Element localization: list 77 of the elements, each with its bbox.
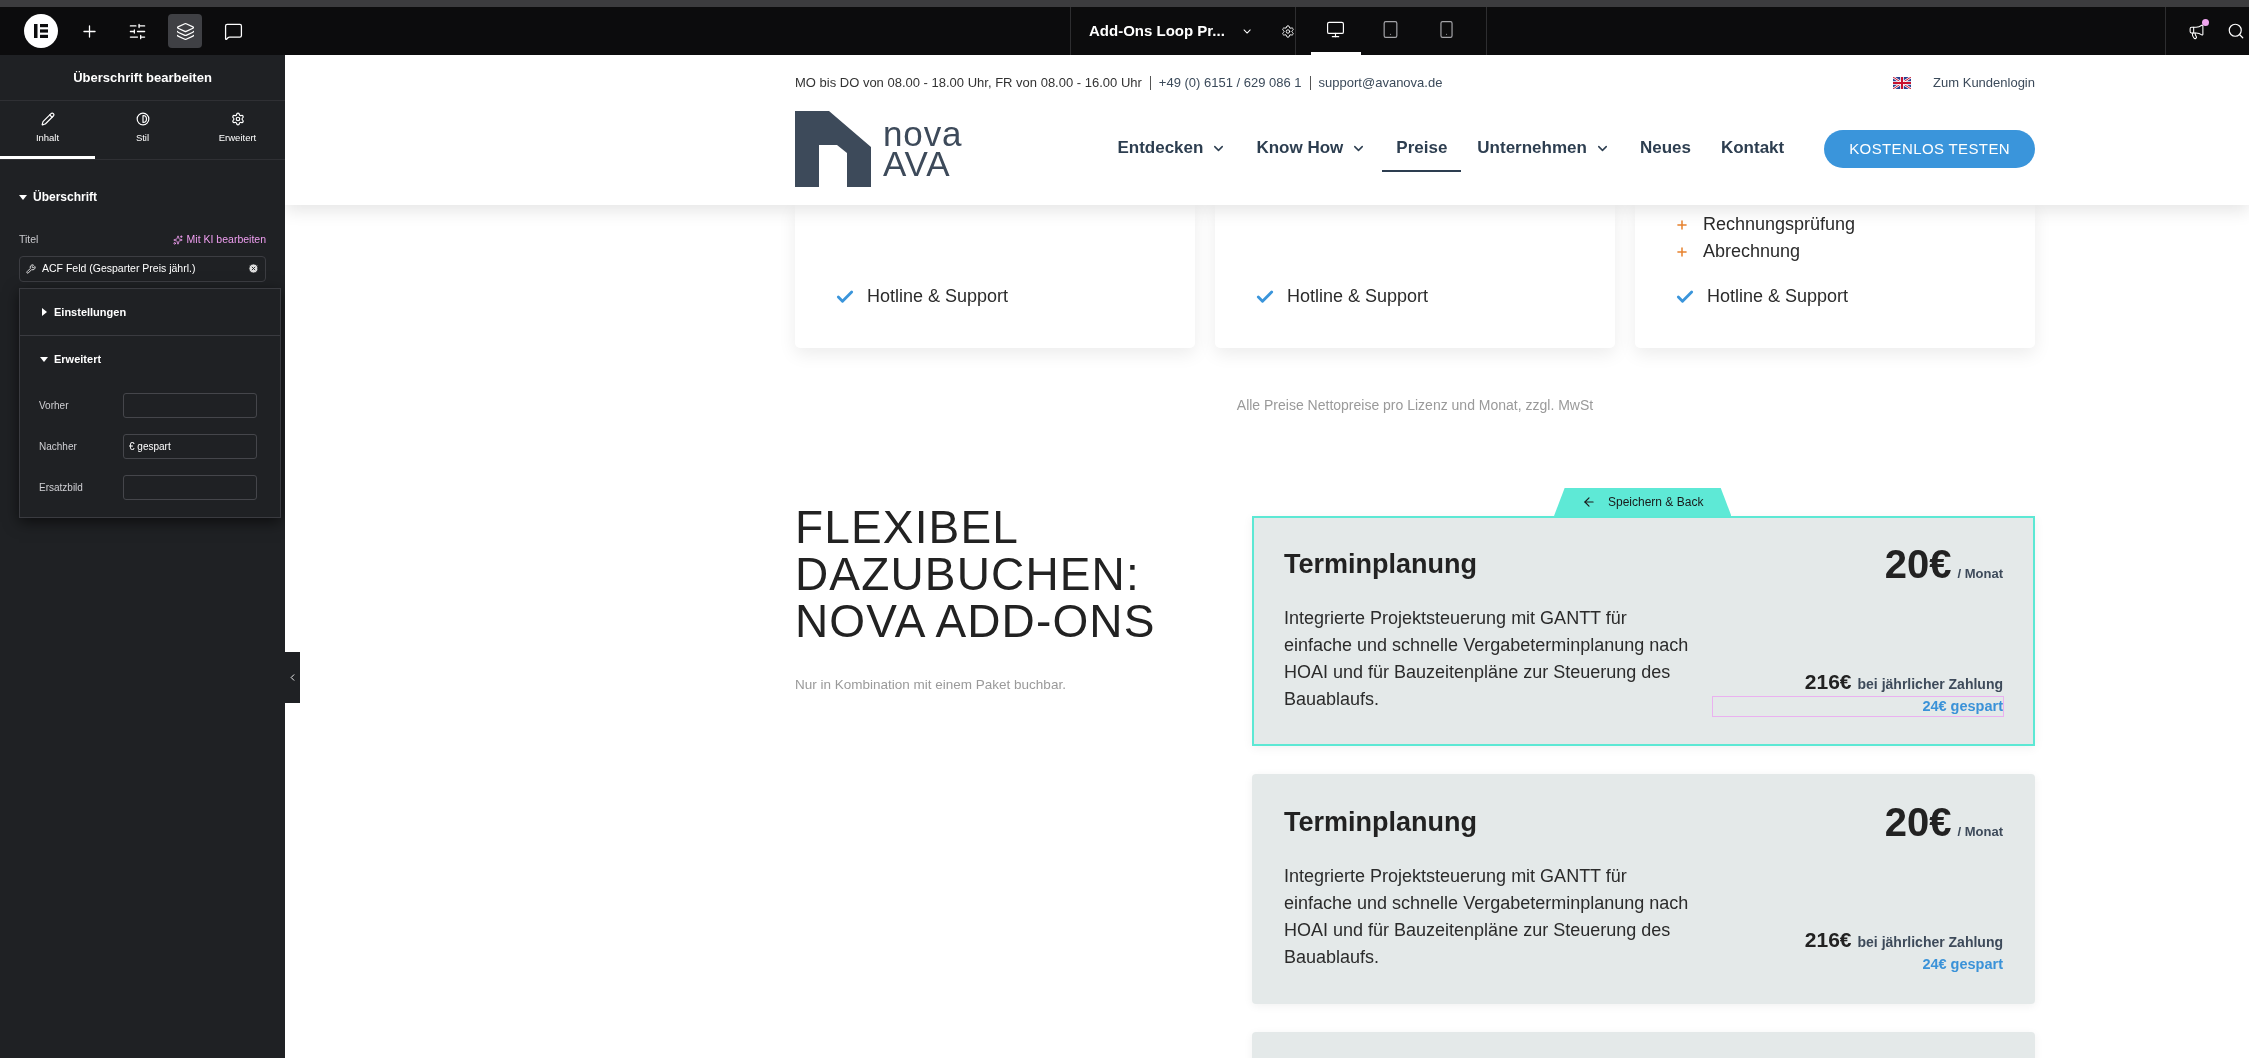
phone-link[interactable]: +49 (0) 6151 / 629 086 1: [1158, 73, 1302, 93]
dynamic-tag-field[interactable]: ACF Feld (Gesparter Preis jährl.): [19, 255, 266, 282]
logo-text: AVA: [883, 149, 951, 179]
saving-text: 24€ gespart: [1713, 697, 2003, 716]
save-back-button[interactable]: Speichern & Back: [1554, 488, 1732, 516]
megaphone-icon[interactable]: [2188, 22, 2205, 40]
yearly-price: 216€: [1804, 668, 1852, 695]
addon-title: Terminplanung: [1284, 548, 1478, 581]
monthly-price: 20€: [1884, 544, 1952, 584]
chat-bubble-icon[interactable]: [223, 21, 243, 41]
nav-link[interactable]: Unternehmen: [1463, 126, 1624, 172]
flag-icon[interactable]: [1893, 77, 1912, 89]
layers-icon[interactable]: [175, 21, 195, 41]
settings-icon[interactable]: [1281, 22, 1295, 40]
plus-icon: [1675, 244, 1689, 259]
contrast-icon[interactable]: [135, 111, 150, 126]
popover-section-header[interactable]: Einstellungen: [20, 288, 280, 335]
price-note: Alle Preise Nettopreise pro Lizenz und Monat, zzgl. MwSt: [1235, 396, 1595, 415]
panel-tab[interactable]: Inhalt: [0, 101, 95, 159]
addon-description: Integrierte Projektsteuerung mit GANTT für einfache und schnelle Vergabeterminplanung nach HOAI und für Bauzeitenpläne zur Steuerung des Bauablaufs.: [1284, 606, 1690, 711]
panel-title: Überschrift bearbeiten: [73, 68, 212, 87]
feature-text: Hotline & Support: [1707, 285, 1849, 308]
nav-link[interactable]: Kontakt: [1706, 126, 1799, 172]
feature-text: Hotline & Support: [867, 285, 1009, 308]
email-link[interactable]: support@avanova.de: [1318, 73, 1443, 93]
sparkles-icon[interactable]: [172, 234, 183, 245]
panel-tab[interactable]: Stil: [95, 101, 190, 159]
field-label: Vorher: [39, 398, 70, 413]
text-field[interactable]: [123, 474, 257, 500]
wrench-icon: [26, 263, 36, 274]
yearly-label: bei jährlicher Zahlung: [1857, 674, 2003, 694]
field-label: Nachher: [39, 439, 78, 454]
caret-icon: [19, 193, 27, 201]
gear-icon[interactable]: [230, 111, 245, 126]
saving-text: 24€ gespart: [1921, 955, 2003, 974]
yearly-price: 216€: [1804, 926, 1852, 953]
section-header[interactable]: Überschrift: [19, 188, 266, 206]
price-unit: / Monat: [1957, 565, 2003, 583]
section-heading: FLEXIBEL: [795, 504, 1020, 551]
section-subtitle: Nur in Kombination mit einem Paket buchbar.: [795, 676, 1067, 694]
logo-mark[interactable]: [795, 111, 871, 187]
section-heading: NOVA ADD-ONS: [795, 598, 1157, 645]
monthly-price: 20€: [1884, 802, 1952, 842]
monitor-icon[interactable]: [1326, 20, 1346, 39]
nav-link[interactable]: Preise: [1382, 126, 1462, 172]
logo-text: nova: [883, 119, 963, 149]
collapse-panel-handle[interactable]: [285, 652, 300, 703]
popover-section-header[interactable]: Erweitert: [20, 335, 280, 382]
yearly-label: bei jährlicher Zahlung: [1857, 932, 2003, 952]
clear-icon[interactable]: [248, 263, 259, 275]
field-label: Ersatzbild: [39, 480, 84, 495]
pencil-icon[interactable]: [40, 111, 55, 126]
section-heading: DAZUBUCHEN:: [795, 551, 1141, 598]
text-field[interactable]: [123, 392, 257, 418]
text-field[interactable]: € gespart: [123, 433, 257, 459]
nav-link[interactable]: Know How: [1242, 126, 1381, 172]
feature-text: Rechnungsprüfung: [1703, 213, 1856, 236]
layers-button[interactable]: [168, 14, 202, 48]
document-title[interactable]: Add-Ons Loop Pr...: [1089, 19, 1225, 43]
addon-description: Integrierte Projektsteuerung mit GANTT für einfache und schnelle Vergabeterminplanung nach HOAI und für Bauzeitenpläne zur Steuerung des Bauablaufs.: [1284, 864, 1690, 969]
caret-icon: [40, 354, 48, 363]
feature-text: Hotline & Support: [1287, 285, 1429, 308]
plus-icon: [1675, 217, 1689, 232]
search-icon[interactable]: [2227, 22, 2245, 40]
ai-edit-link[interactable]: Mit KI bearbeiten: [172, 232, 266, 248]
addon-title: Terminplanung: [1284, 806, 1478, 839]
caret-icon: [40, 307, 48, 316]
panel-tab[interactable]: Erweitert: [190, 101, 285, 159]
opening-hours: MO bis DO von 08.00 - 18.00 Uhr, FR von 08.00 - 16.00 Uhr: [795, 74, 1142, 93]
field-label: Titel: [19, 232, 39, 247]
price-unit: / Monat: [1957, 823, 2003, 841]
customer-login-link[interactable]: Zum Kundenlogin: [1933, 73, 2035, 93]
logo-icon[interactable]: [24, 14, 58, 48]
nav-link[interactable]: Neues: [1625, 126, 1705, 172]
feature-text: Abrechnung: [1703, 240, 1801, 263]
sliders-icon[interactable]: [127, 21, 147, 41]
nav-link[interactable]: Entdecken: [1103, 126, 1241, 172]
